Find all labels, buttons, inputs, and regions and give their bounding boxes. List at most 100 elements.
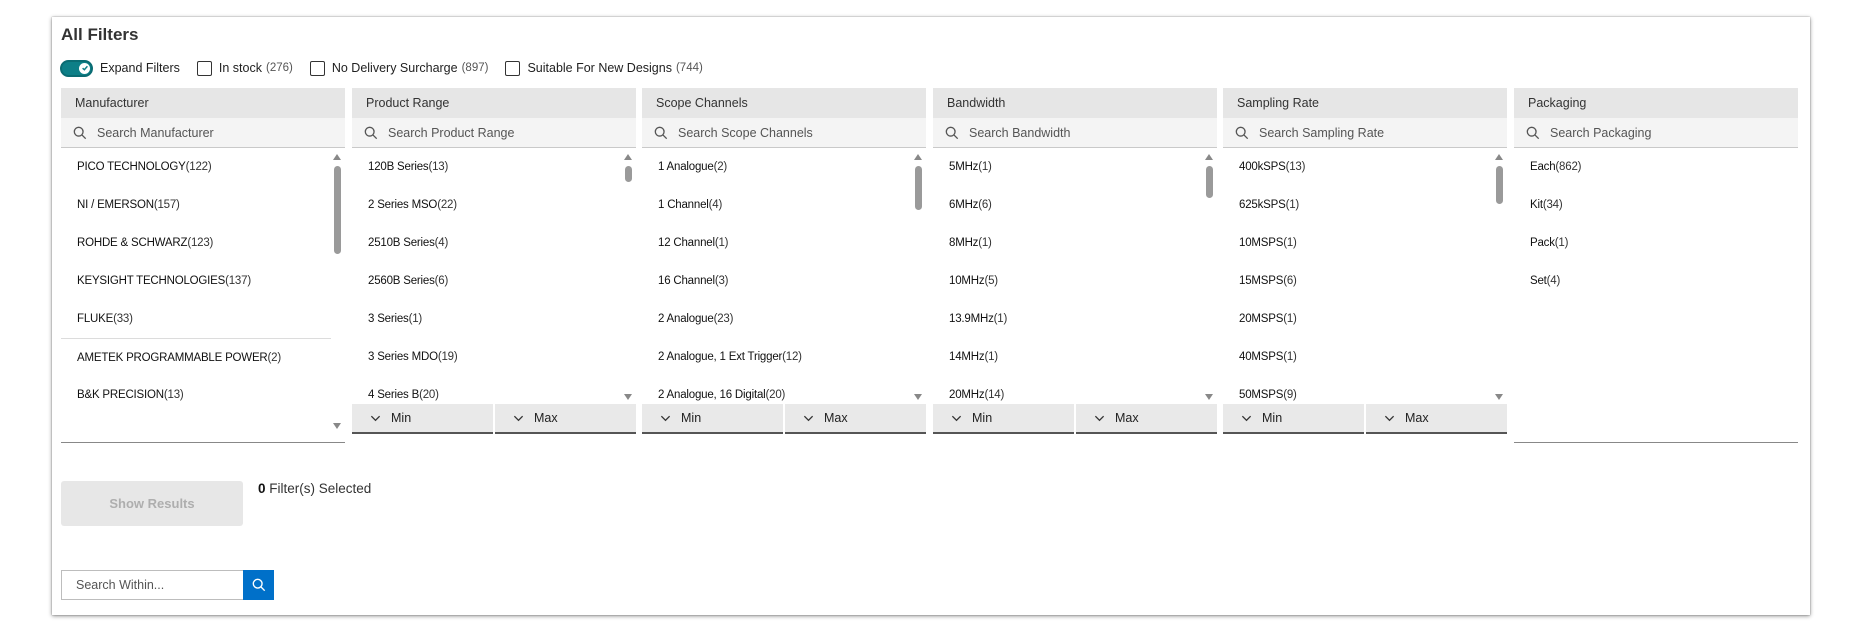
filter-option[interactable]: 1 Channel(4) — [642, 186, 926, 224]
filter-option[interactable]: 12 Channel(1) — [642, 224, 926, 262]
scrollbar[interactable] — [1493, 148, 1505, 404]
filter-search[interactable]: Search Sampling Rate — [1223, 118, 1507, 148]
scroll-up-icon[interactable] — [1495, 154, 1503, 160]
filter-option[interactable]: 14MHz(1) — [933, 338, 1217, 376]
filter-option[interactable]: 16 Channel(3) — [642, 262, 926, 300]
filter-option[interactable]: Kit(34) — [1514, 186, 1798, 224]
filter-search[interactable]: Search Bandwidth — [933, 118, 1217, 148]
filter-option[interactable]: Each(862) — [1514, 148, 1798, 186]
max-dropdown[interactable]: Max — [1076, 404, 1217, 434]
scroll-down-icon[interactable] — [1495, 394, 1503, 400]
filter-search-input[interactable]: Search Scope Channels — [678, 126, 813, 140]
in-stock-count: (276) — [265, 62, 293, 74]
filter-option[interactable]: 2 Analogue, 16 Digital(20) — [642, 376, 926, 404]
filter-option[interactable]: 8MHz(1) — [933, 224, 1217, 262]
max-dropdown[interactable]: Max — [785, 404, 926, 434]
filter-search[interactable]: Search Product Range — [352, 118, 636, 148]
filter-option[interactable]: 2 Analogue(23) — [642, 300, 926, 338]
checkbox-box[interactable] — [309, 60, 325, 76]
scroll-down-icon[interactable] — [914, 394, 922, 400]
show-results-button[interactable]: Show Results — [61, 481, 243, 526]
scroll-down-icon[interactable] — [1205, 394, 1213, 400]
min-dropdown[interactable]: Min — [1223, 404, 1364, 434]
scroll-thumb[interactable] — [334, 166, 341, 254]
scroll-thumb[interactable] — [625, 166, 632, 182]
checkbox-box[interactable] — [196, 60, 212, 76]
new-designs-checkbox[interactable]: Suitable For New Designs (744) — [505, 60, 703, 76]
in-stock-checkbox[interactable]: In stock (276) — [196, 60, 293, 76]
scroll-up-icon[interactable] — [914, 154, 922, 160]
scroll-down-icon[interactable] — [624, 394, 632, 400]
filter-option[interactable]: Pack(1) — [1514, 224, 1798, 262]
checkbox-box[interactable] — [505, 60, 521, 76]
filter-search[interactable]: Search Manufacturer — [61, 118, 345, 148]
filter-search[interactable]: Search Packaging — [1514, 118, 1798, 148]
range-controls: Min Max — [933, 404, 1217, 434]
filter-option[interactable]: AMETEK PROGRAMMABLE POWER(2) — [61, 338, 331, 376]
min-dropdown[interactable]: Min — [642, 404, 783, 434]
toggle-switch[interactable] — [60, 59, 93, 77]
scrollbar[interactable] — [331, 148, 343, 433]
filter-option[interactable]: 2560B Series(6) — [352, 262, 636, 300]
max-dropdown[interactable]: Max — [1366, 404, 1507, 434]
scrollbar[interactable] — [1203, 148, 1215, 404]
filter-options-list[interactable]: 400kSPS(13) 625kSPS(1) 10MSPS(1) 15MSPS(… — [1223, 148, 1507, 404]
filter-options-list[interactable]: 1 Analogue(2) 1 Channel(4) 12 Channel(1)… — [642, 148, 926, 404]
filter-option[interactable]: 6MHz(6) — [933, 186, 1217, 224]
filter-option[interactable]: 5MHz(1) — [933, 148, 1217, 186]
scroll-thumb[interactable] — [1496, 166, 1503, 204]
scroll-thumb[interactable] — [915, 166, 922, 210]
filter-option[interactable]: B&K PRECISION(13) — [61, 376, 345, 414]
scrollbar[interactable] — [912, 148, 924, 404]
filter-option[interactable]: 4 Series B(20) — [352, 376, 636, 404]
filter-search-input[interactable]: Search Sampling Rate — [1259, 126, 1384, 140]
filter-option[interactable]: 625kSPS(1) — [1223, 186, 1507, 224]
chevron-down-icon — [951, 415, 962, 421]
expand-filters-toggle[interactable]: Expand Filters — [60, 59, 180, 77]
filter-options-list[interactable]: 120B Series(13) 2 Series MSO(22) 2510B S… — [352, 148, 636, 404]
filter-option[interactable]: 20MHz(14) — [933, 376, 1217, 404]
max-dropdown[interactable]: Max — [495, 404, 636, 434]
scrollbar[interactable] — [622, 148, 634, 404]
scroll-up-icon[interactable] — [333, 154, 341, 160]
filter-option[interactable]: PICO TECHNOLOGY(122) — [61, 148, 345, 186]
search-within-input[interactable]: Search Within... — [61, 570, 243, 600]
scroll-down-icon[interactable] — [333, 423, 341, 429]
search-within-button[interactable] — [243, 570, 274, 600]
filter-option[interactable]: 15MSPS(6) — [1223, 262, 1507, 300]
min-dropdown[interactable]: Min — [352, 404, 493, 434]
filter-option[interactable]: 400kSPS(13) — [1223, 148, 1507, 186]
filter-option[interactable]: 1 Analogue(2) — [642, 148, 926, 186]
filter-option[interactable]: Set(4) — [1514, 262, 1798, 300]
filter-option[interactable]: 3 Series(1) — [352, 300, 636, 338]
filter-option[interactable]: 2 Series MSO(22) — [352, 186, 636, 224]
scroll-up-icon[interactable] — [624, 154, 632, 160]
filter-option[interactable]: 3 Series MDO(19) — [352, 338, 636, 376]
filter-option[interactable]: ROHDE & SCHWARZ(123) — [61, 224, 345, 262]
filter-option[interactable]: 120B Series(13) — [352, 148, 636, 186]
scroll-thumb[interactable] — [1206, 166, 1213, 198]
filter-option[interactable]: 2 Analogue, 1 Ext Trigger(12) — [642, 338, 926, 376]
filter-options-list[interactable]: Each(862) Kit(34) Pack(1) Set(4) — [1514, 148, 1798, 443]
panel-title: All Filters — [61, 25, 139, 44]
filter-search-input[interactable]: Search Bandwidth — [969, 126, 1070, 140]
filter-search-input[interactable]: Search Packaging — [1550, 126, 1651, 140]
filter-option[interactable]: NI / EMERSON(157) — [61, 186, 345, 224]
filter-option[interactable]: 20MSPS(1) — [1223, 300, 1507, 338]
scroll-up-icon[interactable] — [1205, 154, 1213, 160]
filter-search-input[interactable]: Search Product Range — [388, 126, 514, 140]
filter-option[interactable]: FLUKE(33) — [61, 300, 345, 338]
min-dropdown[interactable]: Min — [933, 404, 1074, 434]
filter-options-list[interactable]: 5MHz(1) 6MHz(6) 8MHz(1) 10MHz(5) 13.9MHz… — [933, 148, 1217, 404]
filter-search[interactable]: Search Scope Channels — [642, 118, 926, 148]
filter-search-input[interactable]: Search Manufacturer — [97, 126, 214, 140]
filter-option[interactable]: 13.9MHz(1) — [933, 300, 1217, 338]
filter-option[interactable]: 10MSPS(1) — [1223, 224, 1507, 262]
no-surcharge-checkbox[interactable]: No Delivery Surcharge (897) — [309, 60, 488, 76]
filter-option[interactable]: 10MHz(5) — [933, 262, 1217, 300]
filter-option[interactable]: 2510B Series(4) — [352, 224, 636, 262]
filter-option[interactable]: KEYSIGHT TECHNOLOGIES(137) — [61, 262, 345, 300]
filter-option[interactable]: 40MSPS(1) — [1223, 338, 1507, 376]
filter-option[interactable]: 50MSPS(9) — [1223, 376, 1507, 404]
filter-options-list[interactable]: PICO TECHNOLOGY(122) NI / EMERSON(157) R… — [61, 148, 345, 443]
